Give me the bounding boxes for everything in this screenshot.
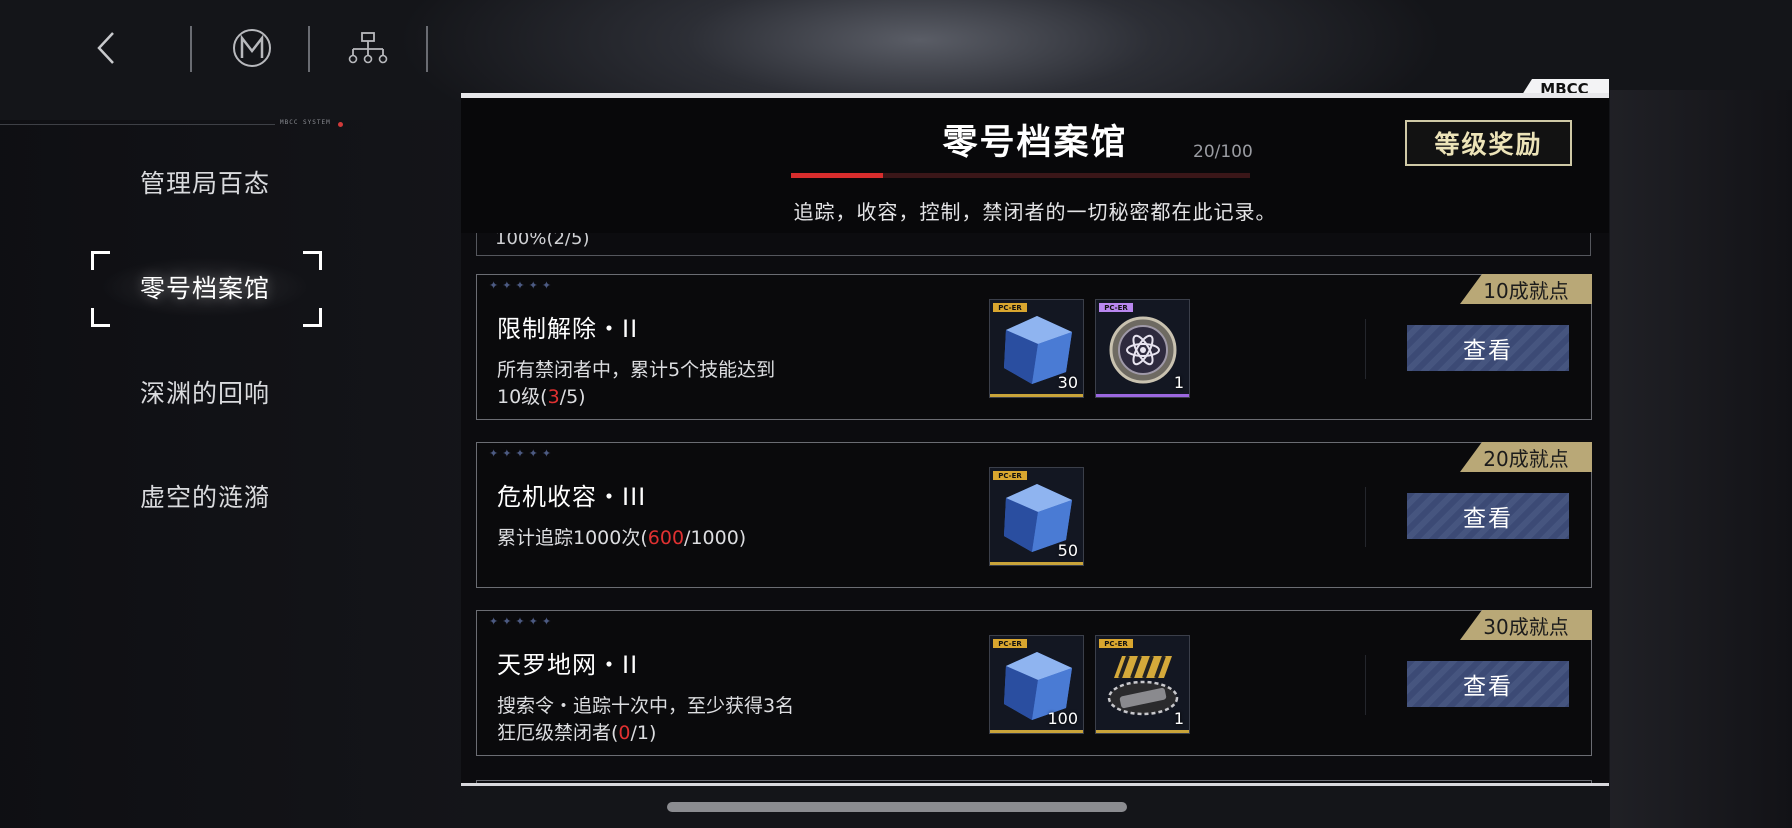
panel-bottom-edge: [461, 783, 1609, 786]
item-tag: PC-ER: [1099, 303, 1133, 312]
vertical-divider: [1365, 655, 1376, 715]
logo-button[interactable]: [224, 22, 280, 74]
rarity-bar: [990, 562, 1083, 565]
reward-item[interactable]: PC-ER 50: [989, 467, 1084, 566]
chevron-left-icon: [97, 32, 114, 64]
rarity-bar: [1096, 730, 1189, 733]
desc-text: 累计追踪1000次(: [497, 527, 648, 549]
item-quantity: 30: [1057, 373, 1078, 392]
rarity-bar: [990, 730, 1083, 733]
selection-corner: [303, 308, 322, 327]
achievement-card: ✦✦✦✦✦ 10成就点 限制解除・II 所有禁闭者中，累计5个技能达到 10级(…: [476, 274, 1592, 420]
selection-corner: [91, 308, 110, 327]
sidebar-item-management[interactable]: 管理局百态: [100, 152, 310, 212]
nav-divider: [190, 26, 192, 72]
progress-total: /1): [630, 722, 657, 744]
sidebar-item-void-ripple[interactable]: 虚空的涟漪: [100, 466, 310, 526]
reward-item[interactable]: PC-ER 100: [989, 635, 1084, 734]
achievement-description: 搜索令・追踪十次中，至少获得3名 狂厄级禁闭者(0/1): [497, 693, 897, 747]
desc-text: 所有禁闭者中，累计5个技能达到: [497, 359, 776, 381]
achievement-panel: 100%(2/5) 零号档案馆 20/100 追踪，收容，控制，禁闭者的一切秘密…: [461, 93, 1609, 786]
progress-count: 20/100: [1193, 142, 1253, 162]
subtitle: 追踪，收容，控制，禁闭者的一切秘密都在此记录。: [793, 200, 1277, 224]
panel-header: 零号档案馆 20/100 追踪，收容，控制，禁闭者的一切秘密都在此记录。 等级奖…: [461, 98, 1609, 233]
achievement-description: 所有禁闭者中，累计5个技能达到 10级(3/5): [497, 357, 897, 411]
hierarchy-icon: [348, 32, 388, 64]
sidebar-item-archive-zero[interactable]: 零号档案馆: [100, 257, 310, 317]
progress-total: /1000): [684, 527, 747, 549]
nav-divider: [426, 26, 428, 72]
item-quantity: 1: [1173, 709, 1184, 728]
achievement-description: 累计追踪1000次(600/1000): [497, 525, 897, 552]
item-tag: PC-ER: [993, 639, 1027, 648]
system-divider-line: [0, 124, 275, 125]
progress-total: /5): [559, 386, 586, 408]
rank-stars: ✦✦✦✦✦: [489, 615, 556, 628]
badge-text: 20成就点: [1483, 446, 1569, 471]
achievement-card: ✦✦✦✦✦ 20成就点 危机收容・III 累计追踪1000次(600/1000)…: [476, 442, 1592, 588]
achievement-title: 危机收容・III: [497, 483, 647, 511]
rarity-bar: [990, 394, 1083, 397]
item-quantity: 1: [1173, 373, 1184, 392]
achievement-title: 限制解除・II: [497, 315, 639, 343]
item-quantity: 50: [1057, 541, 1078, 560]
rank-stars: ✦✦✦✦✦: [489, 279, 556, 292]
progress-bar: [791, 173, 1250, 178]
back-button[interactable]: [78, 22, 134, 74]
level-reward-button[interactable]: 等级奖励: [1405, 120, 1572, 166]
badge-text: 10成就点: [1483, 278, 1569, 303]
sidebar-item-abyss-echo[interactable]: 深渊的回响: [100, 362, 310, 422]
rank-stars: ✦✦✦✦✦: [489, 447, 556, 460]
badge-text: 30成就点: [1483, 614, 1569, 639]
rarity-bar: [1096, 394, 1189, 397]
progress-current: 0: [618, 722, 631, 744]
view-button[interactable]: 查看: [1407, 661, 1569, 707]
item-quantity: 100: [1047, 709, 1078, 728]
achievement-points-badge: 20成就点: [1460, 442, 1592, 472]
view-button[interactable]: 查看: [1407, 325, 1569, 371]
item-tag: PC-ER: [993, 303, 1027, 312]
reward-item[interactable]: PC-ER 1: [1095, 299, 1190, 398]
classified-ticket-icon: [1107, 655, 1179, 716]
achievement-points-badge: 30成就点: [1460, 610, 1592, 640]
selection-corner: [91, 251, 110, 270]
m-emblem-icon: [233, 29, 271, 67]
top-nav: [0, 0, 460, 96]
item-tag: PC-ER: [993, 471, 1027, 480]
item-tag: PC-ER: [1099, 639, 1133, 648]
system-label: MBCC SYSTEM: [280, 119, 331, 126]
vertical-divider: [1365, 319, 1376, 379]
achievement-title: 天罗地网・II: [497, 651, 639, 679]
reward-item[interactable]: PC-ER 30: [989, 299, 1084, 398]
background-right-shade: [1610, 90, 1792, 828]
desc-text: 搜索令・追踪十次中，至少获得3名: [497, 695, 795, 717]
hierarchy-button[interactable]: [340, 22, 396, 74]
nav-divider: [308, 26, 310, 72]
achievement-points-badge: 10成就点: [1460, 274, 1592, 304]
desc-text: 10级(: [497, 386, 548, 408]
desc-text: 狂厄级禁闭者(: [497, 722, 619, 744]
vertical-divider: [1365, 487, 1376, 547]
achievement-card: ✦✦✦✦✦ 30成就点 天罗地网・II 搜索令・追踪十次中，至少获得3名 狂厄级…: [476, 610, 1592, 756]
selection-corner: [303, 251, 322, 270]
progress-current: 600: [647, 527, 685, 549]
home-indicator[interactable]: [667, 802, 1127, 812]
atom-emblem-coin-icon: [1109, 316, 1177, 384]
view-button[interactable]: 查看: [1407, 493, 1569, 539]
progress-current: 3: [547, 386, 560, 408]
progress-fill: [791, 173, 883, 178]
reward-item[interactable]: PC-ER 1: [1095, 635, 1190, 734]
status-dot: [338, 122, 343, 127]
